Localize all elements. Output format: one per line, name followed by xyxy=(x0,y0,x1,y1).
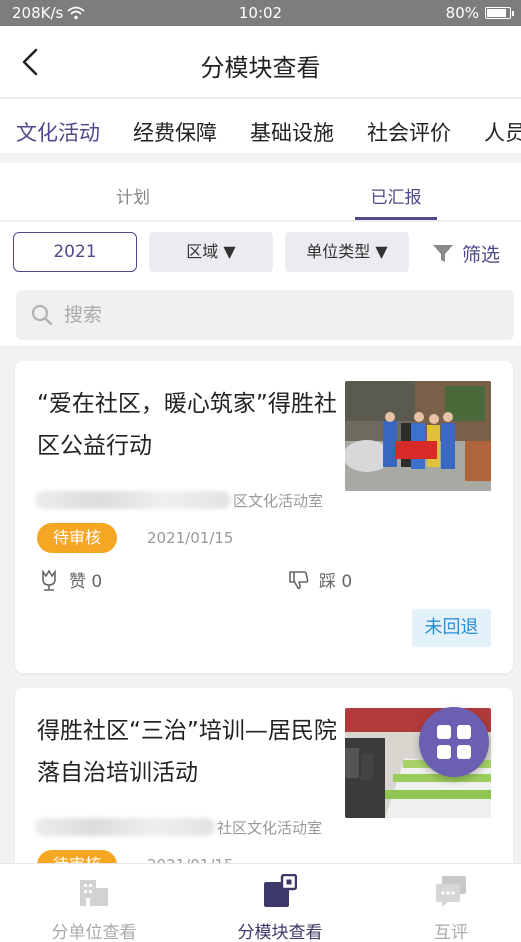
like-button[interactable]: 赞 0 xyxy=(37,567,102,592)
search-icon xyxy=(31,304,53,326)
dislike-button[interactable]: 踩 0 xyxy=(287,567,352,592)
nav-peer-review[interactable]: 互评 xyxy=(376,874,521,942)
sub-tabs: 计划 已汇报 xyxy=(0,163,521,221)
chat-icon xyxy=(436,876,466,907)
filter-bar: 2021 区域 ▼ 单位类型 ▼ 筛选 xyxy=(0,222,521,282)
card-date: 2021/01/15 xyxy=(147,529,234,547)
status-bar: 208K/s 10:02 80% xyxy=(0,0,521,26)
card-title: “爱在社区，暖心筑家”得胜社区公益行动 xyxy=(37,391,337,459)
nav-by-unit[interactable]: 分单位查看 xyxy=(19,874,169,942)
grid-icon xyxy=(437,725,451,739)
bottom-nav: 分单位查看 分模块查看 互评 xyxy=(0,863,521,942)
dislike-count: 踩 0 xyxy=(319,572,353,592)
tab-social-evaluation[interactable]: 社会评价 xyxy=(367,117,451,147)
activity-card[interactable]: “爱在社区，暖心筑家”得胜社区公益行动 区文化活动室 待审核 2021/01/1… xyxy=(15,361,513,673)
tab-culture-activity[interactable]: 文化活动 xyxy=(16,117,100,147)
tab-reported[interactable]: 已汇报 xyxy=(336,183,456,208)
card-organization: 区文化活动室 xyxy=(35,487,345,513)
active-tab-underline xyxy=(355,217,437,220)
search-input[interactable] xyxy=(64,298,494,332)
module-icon xyxy=(264,873,298,907)
redacted-text xyxy=(35,491,231,509)
nav-label: 互评 xyxy=(434,923,468,942)
filter-funnel-icon xyxy=(433,244,453,262)
unit-type-dropdown[interactable]: 单位类型 ▼ xyxy=(285,232,409,272)
like-count: 赞 0 xyxy=(69,572,103,592)
card-title: 得胜社区“三治”培训—居民院落自治培训活动 xyxy=(37,718,337,786)
screen-button[interactable]: 筛选 xyxy=(432,240,500,267)
redacted-text xyxy=(35,818,215,836)
tab-plan[interactable]: 计划 xyxy=(73,183,193,208)
grid-menu-fab[interactable] xyxy=(419,707,489,777)
thumbs-down-icon xyxy=(289,570,309,589)
year-filter[interactable]: 2021 xyxy=(13,232,137,272)
nav-label: 分单位查看 xyxy=(51,923,137,942)
tab-personnel[interactable]: 人员 xyxy=(484,117,521,147)
status-time: 10:02 xyxy=(238,4,283,22)
tab-infrastructure[interactable]: 基础设施 xyxy=(250,117,334,147)
search-box[interactable] xyxy=(16,290,514,340)
tab-funding[interactable]: 经费保障 xyxy=(133,117,217,147)
status-badge: 待审核 xyxy=(37,523,117,553)
card-organization: 社区文化活动室 xyxy=(35,814,345,840)
not-returned-button[interactable]: 未回退 xyxy=(412,609,491,647)
battery-icon xyxy=(485,7,514,19)
battery-percent: 80% xyxy=(445,4,479,22)
flower-like-icon xyxy=(42,568,56,591)
building-icon xyxy=(80,880,108,906)
nav-bar: 分模块查看 xyxy=(0,26,521,98)
screen-label: 筛选 xyxy=(462,244,501,266)
page-title: 分模块查看 xyxy=(200,54,321,82)
region-dropdown[interactable]: 区域 ▼ xyxy=(149,232,273,272)
nav-label: 分模块查看 xyxy=(237,923,323,942)
search-section xyxy=(0,282,521,346)
module-tabs: 文化活动 经费保障 基础设施 社会评价 人员 xyxy=(0,99,521,159)
nav-by-module[interactable]: 分模块查看 xyxy=(205,873,355,942)
activity-photo[interactable] xyxy=(345,381,491,491)
